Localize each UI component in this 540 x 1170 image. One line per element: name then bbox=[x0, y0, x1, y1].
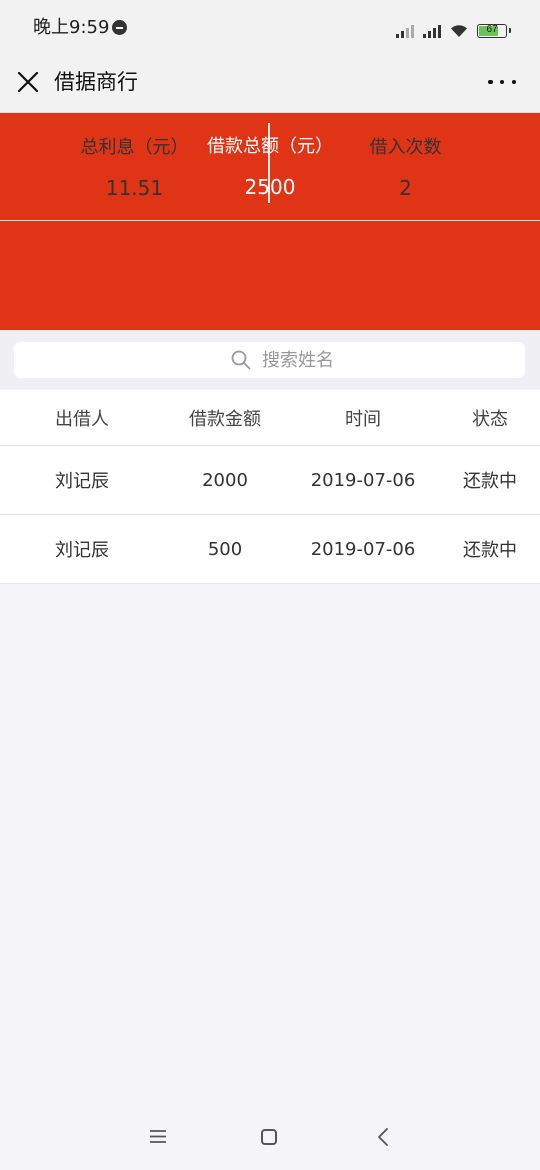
back-icon[interactable] bbox=[377, 1128, 389, 1146]
table-row[interactable]: 刘记辰 500 2019-07-06 还款中 bbox=[0, 515, 540, 584]
table-header: 出借人 借款金额 时间 状态 bbox=[0, 390, 540, 446]
summary-divider bbox=[0, 220, 540, 221]
table-row[interactable]: 刘记辰 2000 2019-07-06 还款中 bbox=[0, 446, 540, 515]
total-amount-section: 借款总额（元） 2500 bbox=[0, 113, 540, 220]
search-area bbox=[0, 330, 540, 389]
stat-separator bbox=[268, 123, 270, 203]
header-status: 状态 bbox=[472, 408, 508, 430]
borrow-count-value: 2 bbox=[399, 176, 412, 200]
interest-label: 总利息（元） bbox=[80, 137, 189, 158]
search-icon bbox=[231, 350, 251, 370]
search-box[interactable] bbox=[14, 342, 525, 378]
row-lender: 刘记辰 bbox=[55, 540, 109, 561]
row-date: 2019-07-06 bbox=[310, 469, 416, 491]
header-amount: 借款金额 bbox=[189, 408, 261, 430]
row-date: 2019-07-06 bbox=[310, 538, 416, 560]
row-amount: 2000 bbox=[202, 469, 248, 491]
menu-icon[interactable] bbox=[150, 1130, 166, 1143]
row-status: 还款中 bbox=[463, 540, 517, 561]
header-date: 时间 bbox=[345, 408, 381, 430]
system-nav-bar bbox=[0, 1104, 540, 1170]
row-lender: 刘记辰 bbox=[55, 471, 109, 492]
borrow-count-label: 借入次数 bbox=[369, 137, 442, 158]
interest-stat: 总利息（元） 11.51 bbox=[0, 0, 269, 200]
borrow-count-stat: 借入次数 2 bbox=[271, 0, 540, 200]
row-status: 还款中 bbox=[463, 471, 517, 492]
interest-value: 11.51 bbox=[105, 176, 164, 200]
loan-table: 出借人 借款金额 时间 状态 刘记辰 2000 2019-07-06 还款中 刘… bbox=[0, 390, 540, 584]
header-lender: 出借人 bbox=[55, 408, 109, 430]
row-amount: 500 bbox=[207, 538, 243, 560]
home-icon[interactable] bbox=[261, 1129, 277, 1145]
search-input[interactable] bbox=[262, 342, 502, 378]
